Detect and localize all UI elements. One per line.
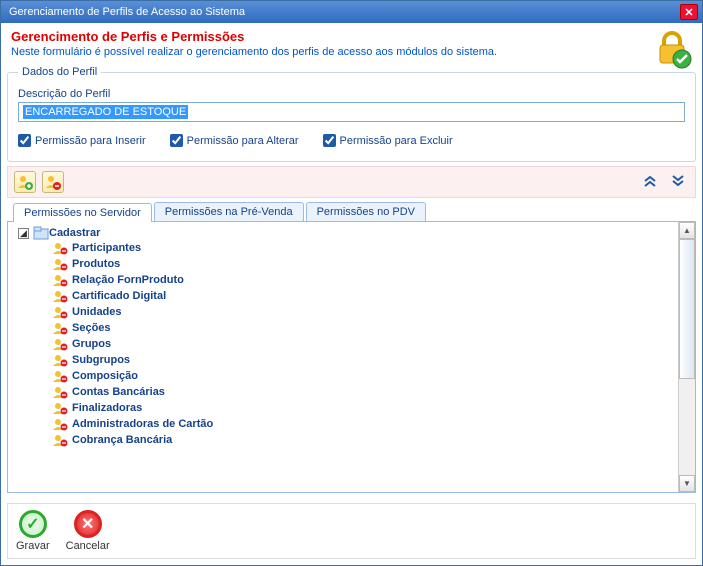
user-badge-icon	[52, 321, 68, 335]
window: Gerenciamento de Perfils de Acesso ao Si…	[0, 0, 703, 566]
check-excluir-box[interactable]	[323, 134, 336, 147]
tree-item-label: Cobrança Bancária	[72, 434, 172, 446]
chevron-double-down-icon	[671, 174, 685, 188]
user-badge-icon	[52, 433, 68, 447]
tabs: Permissões no Servidor Permissões na Pré…	[7, 202, 696, 221]
folder-icon	[33, 226, 49, 240]
footer: ✓ Gravar ✕ Cancelar	[7, 503, 696, 559]
check-alterar[interactable]: Permissão para Alterar	[170, 134, 299, 147]
check-alterar-box[interactable]	[170, 134, 183, 147]
header-title: Gerencimento de Perfis e Permissões	[11, 29, 692, 44]
user-badge-icon	[52, 273, 68, 287]
tree-item[interactable]: Grupos	[52, 336, 678, 352]
tree-item[interactable]: Produtos	[52, 256, 678, 272]
checks-row: Permissão para Inserir Permissão para Al…	[18, 134, 685, 147]
user-badge-icon	[52, 241, 68, 255]
user-badge-icon	[52, 417, 68, 431]
tree-item-label: Finalizadoras	[72, 402, 142, 414]
user-badge-icon	[52, 353, 68, 367]
tree-root-label: Cadastrar	[49, 227, 100, 239]
expand-all-button[interactable]	[667, 174, 689, 191]
tree-item-label: Subgrupos	[72, 354, 130, 366]
descricao-value: ENCARREGADO DE ESTOQUE	[23, 105, 188, 119]
collapse-all-button[interactable]	[639, 174, 661, 191]
chevron-double-up-icon	[643, 174, 657, 188]
user-badge-icon	[52, 289, 68, 303]
fieldset-legend: Dados do Perfil	[18, 66, 101, 78]
tree-item-label: Relação FornProduto	[72, 274, 184, 286]
cancel-button[interactable]: ✕ Cancelar	[66, 510, 110, 552]
toolbar-add-button[interactable]	[14, 171, 36, 193]
tree-item-label: Cartificado Digital	[72, 290, 166, 302]
check-inserir-label: Permissão para Inserir	[35, 135, 146, 147]
tree-item-label: Seções	[72, 322, 111, 334]
check-excluir-label: Permissão para Excluir	[340, 135, 453, 147]
tree-root-item[interactable]: ◢ Cadastrar	[14, 226, 678, 240]
tab-servidor[interactable]: Permissões no Servidor	[13, 203, 152, 222]
tree-item[interactable]: Unidades	[52, 304, 678, 320]
tab-prevenda[interactable]: Permissões na Pré-Venda	[154, 202, 304, 221]
tree-root: ◢ Cadastrar Participantes Produtos Relação…	[8, 226, 678, 448]
save-button[interactable]: ✓ Gravar	[16, 510, 50, 552]
user-badge-icon	[52, 369, 68, 383]
tree-item-label: Contas Bancárias	[72, 386, 165, 398]
titlebar[interactable]: Gerenciamento de Perfils de Acesso ao Si…	[1, 1, 702, 23]
tree-scroll[interactable]: ◢ Cadastrar Participantes Produtos Relação…	[8, 222, 678, 492]
scrollbar[interactable]: ▲ ▼	[678, 222, 695, 492]
tree-item-label: Unidades	[72, 306, 122, 318]
scroll-down-button[interactable]: ▼	[679, 475, 695, 492]
tree-item[interactable]: Contas Bancárias	[52, 384, 678, 400]
user-badge-icon	[52, 385, 68, 399]
save-label: Gravar	[16, 540, 50, 552]
check-alterar-label: Permissão para Alterar	[187, 135, 299, 147]
fieldset-dados-perfil: Dados do Perfil Descrição do Perfil ENCA…	[7, 66, 696, 162]
tree-toggle-icon[interactable]: ◢	[18, 228, 29, 239]
tree-item-label: Administradoras de Cartão	[72, 418, 213, 430]
check-inserir[interactable]: Permissão para Inserir	[18, 134, 146, 147]
scroll-track[interactable]	[679, 379, 695, 475]
check-circle-icon: ✓	[19, 510, 47, 538]
descricao-label: Descrição do Perfil	[18, 88, 685, 100]
close-button[interactable]: ✕	[680, 4, 698, 20]
content: Dados do Perfil Descrição do Perfil ENCA…	[1, 66, 702, 499]
x-circle-icon: ✕	[74, 510, 102, 538]
tree-item-label: Composição	[72, 370, 138, 382]
user-badge-icon	[52, 305, 68, 319]
user-remove-icon	[45, 174, 61, 190]
tab-pdv[interactable]: Permissões no PDV	[306, 202, 426, 221]
toolbar	[7, 166, 696, 198]
tree-item[interactable]: Administradoras de Cartão	[52, 416, 678, 432]
tree-item[interactable]: Seções	[52, 320, 678, 336]
user-badge-icon	[52, 337, 68, 351]
tree-item-label: Participantes	[72, 242, 141, 254]
scroll-thumb[interactable]	[679, 239, 695, 379]
tree-children: Participantes Produtos Relação FornProduto…	[14, 240, 678, 448]
header-subtitle: Neste formulário é possível realizar o g…	[11, 46, 692, 58]
tree-item[interactable]: Subgrupos	[52, 352, 678, 368]
check-excluir[interactable]: Permissão para Excluir	[323, 134, 453, 147]
tree-item[interactable]: Composição	[52, 368, 678, 384]
tree-item[interactable]: Participantes	[52, 240, 678, 256]
tree-item[interactable]: Cartificado Digital	[52, 288, 678, 304]
cancel-label: Cancelar	[66, 540, 110, 552]
lock-check-icon	[652, 29, 692, 69]
tree-item-label: Grupos	[72, 338, 111, 350]
descricao-input[interactable]: ENCARREGADO DE ESTOQUE	[18, 102, 685, 122]
tree-item-label: Produtos	[72, 258, 120, 270]
close-icon: ✕	[684, 6, 693, 19]
user-add-icon	[17, 174, 33, 190]
check-inserir-box[interactable]	[18, 134, 31, 147]
tree-panel: ◢ Cadastrar Participantes Produtos Relação…	[7, 221, 696, 493]
tree-item[interactable]: Relação FornProduto	[52, 272, 678, 288]
tree-item[interactable]: Finalizadoras	[52, 400, 678, 416]
window-title: Gerenciamento de Perfils de Acesso ao Si…	[5, 6, 680, 18]
user-badge-icon	[52, 257, 68, 271]
toolbar-remove-button[interactable]	[42, 171, 64, 193]
header-panel: Gerencimento de Perfis e Permissões Nest…	[1, 23, 702, 66]
user-badge-icon	[52, 401, 68, 415]
tree-item[interactable]: Cobrança Bancária	[52, 432, 678, 448]
scroll-up-button[interactable]: ▲	[679, 222, 695, 239]
